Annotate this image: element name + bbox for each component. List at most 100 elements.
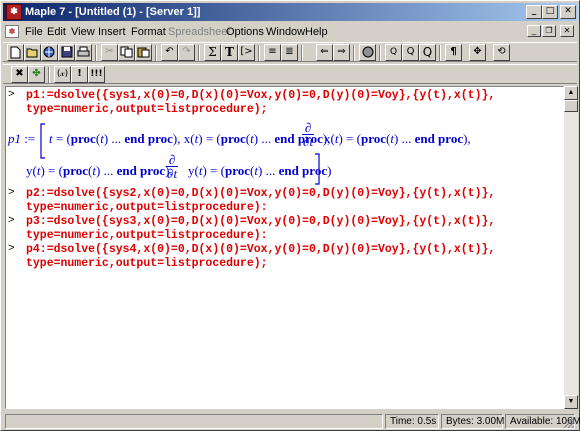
- paste-icon[interactable]: [135, 44, 152, 61]
- proc-keyword: proc: [220, 131, 246, 146]
- forward-arrow-icon[interactable]: ⇒: [333, 44, 350, 61]
- scroll-up-icon[interactable]: ▲: [564, 86, 578, 100]
- expand-icon[interactable]: ✥: [469, 44, 486, 61]
- undo-icon[interactable]: ↶: [161, 44, 178, 61]
- menu-edit[interactable]: Edit: [47, 25, 66, 39]
- menu-file[interactable]: File: [25, 25, 43, 39]
- indent-icon[interactable]: ≣: [281, 44, 298, 61]
- minimize-button[interactable]: _: [526, 5, 542, 19]
- menu-window[interactable]: Window: [266, 25, 305, 39]
- partial-derivative: ∂ ∂t: [166, 152, 179, 181]
- restart-icon[interactable]: ⟲: [493, 44, 510, 61]
- prompt: >: [8, 215, 15, 227]
- toolbar-separator: [95, 45, 97, 61]
- prompt: >: [8, 187, 15, 199]
- toggle-input-icon[interactable]: (𝓍): [54, 66, 71, 83]
- fn-x: x: [183, 131, 191, 146]
- menu-format[interactable]: Format: [131, 25, 166, 39]
- close-button[interactable]: ✕: [560, 5, 576, 19]
- open-url-icon[interactable]: [41, 44, 58, 61]
- save-icon[interactable]: [58, 44, 75, 61]
- stop-icon[interactable]: [359, 44, 376, 61]
- command-line[interactable]: p2:=dsolve({sys2,x(0)=0,D(x)(0)=Vox,y(0)…: [26, 187, 495, 200]
- maple-leaf-exec-icon[interactable]: ✤: [28, 66, 45, 83]
- back-arrow-icon[interactable]: ⇐: [316, 44, 333, 61]
- var-t: t: [92, 163, 96, 178]
- status-bytes: Bytes: 3.00M: [441, 414, 504, 429]
- command-line[interactable]: type=numeric,output=listprocedure);: [26, 257, 268, 270]
- math-input-icon[interactable]: Σ: [204, 44, 221, 61]
- zoom-100-icon[interactable]: Q: [385, 44, 402, 61]
- end-proc: end proc: [124, 131, 173, 146]
- toolbar-separator: [258, 45, 260, 61]
- end-proc: end proc: [274, 131, 323, 146]
- pilcrow-icon[interactable]: ¶: [445, 44, 462, 61]
- status-bar: Time: 0.5s Bytes: 3.00M Available: 106M: [3, 412, 580, 430]
- outdent-icon[interactable]: ≡: [264, 44, 281, 61]
- scroll-down-icon[interactable]: ▼: [564, 395, 578, 409]
- command-line[interactable]: p1:=dsolve({sys1,x(0)=0,D(x)(0)=Vox,y(0)…: [26, 89, 495, 102]
- zoom-150-icon[interactable]: Q: [402, 44, 419, 61]
- worksheet[interactable]: > p1:=dsolve({sys1,x(0)=0,D(x)(0)=Vox,y(…: [5, 86, 564, 409]
- ellipsis: ...: [103, 163, 114, 178]
- vertical-scrollbar[interactable]: ▲ ▼: [564, 86, 578, 409]
- open-icon[interactable]: [24, 44, 41, 61]
- fn-x: x: [324, 131, 331, 146]
- new-icon[interactable]: [7, 44, 24, 61]
- execute-all-icon[interactable]: !!!: [88, 66, 105, 83]
- document-icon[interactable]: ✽: [5, 25, 19, 38]
- title-bar[interactable]: ✽ Maple 7 - [Untitled (1) - [Server 1]] …: [3, 3, 577, 21]
- scroll-thumb[interactable]: [564, 100, 578, 112]
- doc-restore-button[interactable]: ❐: [542, 25, 556, 37]
- context-toolbar: ✖ ✤ (𝓍) ! !!!: [3, 64, 577, 84]
- cut-icon[interactable]: ✂: [101, 44, 118, 61]
- menu-bar: ✽ File Edit View Insert Format Spreadshe…: [3, 22, 577, 41]
- var-t: t: [390, 131, 394, 146]
- var-t: t: [173, 166, 178, 181]
- print-icon[interactable]: [75, 44, 92, 61]
- maple-window: ✽ Maple 7 - [Untitled (1) - [Server 1]] …: [0, 0, 580, 431]
- proc-keyword: proc: [62, 163, 89, 178]
- redo-icon[interactable]: ↷: [178, 44, 195, 61]
- doc-minimize-button[interactable]: _: [527, 25, 541, 37]
- menu-spreadsheet[interactable]: Spreadsheet: [168, 25, 230, 39]
- output-name: p1: [8, 131, 21, 146]
- main-toolbar: ✂ ↶ ↷ Σ T [> ≡ ≣ ⇐ ⇒ Q Q Q ¶ ✥ ⟲: [3, 42, 577, 62]
- partial-symbol: ∂: [168, 152, 176, 167]
- menu-help[interactable]: Help: [305, 25, 328, 39]
- end-proc: end proc: [414, 131, 464, 146]
- execute-group-icon[interactable]: !: [71, 66, 88, 83]
- copy-icon[interactable]: [118, 44, 135, 61]
- left-bracket: [40, 123, 45, 159]
- maximize-button[interactable]: □: [542, 5, 558, 19]
- insert-prompt-icon[interactable]: [>: [238, 44, 255, 61]
- maple-leaf-icon[interactable]: ✽: [6, 4, 22, 20]
- var-t: t: [250, 131, 254, 146]
- command-line[interactable]: type=numeric,output=listprocedure):: [26, 229, 268, 242]
- command-line[interactable]: p3:=dsolve({sys3,x(0)=0,D(x)(0)=Vox,y(0)…: [26, 215, 495, 228]
- menu-insert[interactable]: Insert: [98, 25, 126, 39]
- partial-symbol: ∂: [304, 120, 312, 135]
- menu-view[interactable]: View: [71, 25, 95, 39]
- var-t: t: [49, 131, 53, 146]
- status-time: Time: 0.5s: [385, 414, 439, 429]
- output-p1: p1 := t = (proc(t) ... end proc), x(t) =…: [8, 121, 548, 161]
- menu-options[interactable]: Options: [226, 25, 264, 39]
- command-line[interactable]: type=numeric,output=listprocedure):: [26, 201, 268, 214]
- status-message: [5, 414, 383, 429]
- proc-keyword: proc: [70, 131, 96, 146]
- toolbar-separator: [301, 45, 303, 61]
- var-t: t: [36, 163, 41, 178]
- doc-close-button[interactable]: ✕: [560, 25, 574, 37]
- execute-cancel-icon[interactable]: ✖: [11, 66, 28, 83]
- command-line[interactable]: type=numeric,output=listprocedure);: [26, 103, 268, 116]
- command-line[interactable]: p4:=dsolve({sys4,x(0)=0,D(x)(0)=Vox,y(0)…: [26, 243, 495, 256]
- toolbar-separator: [198, 45, 200, 61]
- var-t: t: [100, 131, 104, 146]
- zoom-200-icon[interactable]: Q: [419, 44, 436, 61]
- toolbar-separator: [155, 45, 157, 61]
- text-input-icon[interactable]: T: [221, 44, 238, 61]
- resize-grip-icon[interactable]: [563, 417, 575, 429]
- fn-y: y: [188, 163, 195, 178]
- proc-keyword: proc: [224, 163, 251, 178]
